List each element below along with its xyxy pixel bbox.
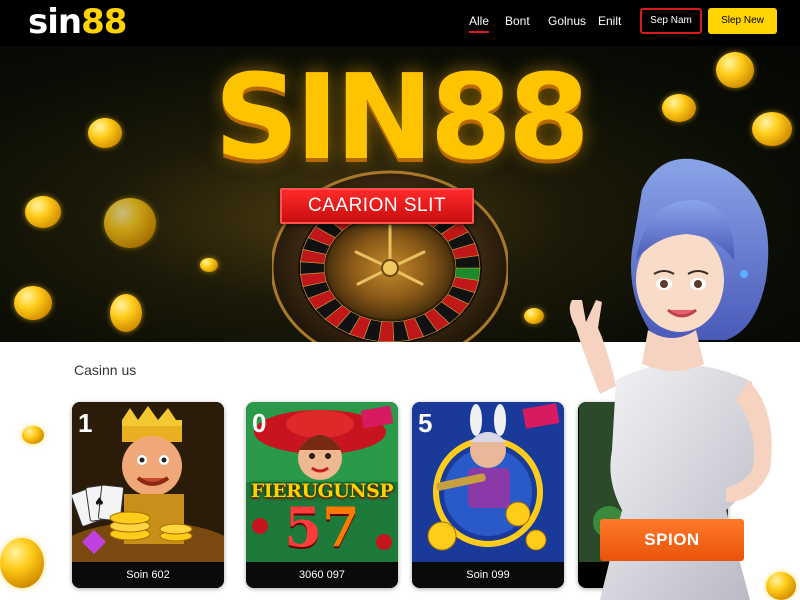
roulette-pocket	[300, 261, 325, 275]
gold-coin-icon	[22, 426, 44, 444]
card-art-number: 57	[266, 498, 378, 556]
site-logo[interactable]: sin88	[28, 2, 127, 42]
card-art-number-seven: 7	[322, 495, 360, 559]
section-title: Casinn us	[74, 362, 137, 378]
gold-coin-icon	[524, 308, 544, 324]
card-caption: Soin 602	[72, 562, 224, 588]
hero-cta-button[interactable]: CAARION SLIT	[280, 188, 474, 224]
game-card[interactable]: 5 Soin 099	[412, 402, 564, 588]
sign-in-button[interactable]: Sep Nam	[640, 8, 702, 34]
logo-text-yellow: 88	[81, 2, 127, 42]
logo-text-white: sin	[28, 2, 82, 42]
card-art-number-five: 5	[284, 495, 322, 559]
gold-coin-icon	[14, 286, 52, 320]
gold-coin-icon	[716, 52, 754, 88]
svg-text:♠: ♠	[94, 495, 105, 509]
game-card[interactable]: FIERUGUNSP 57 0 3060 097	[246, 402, 398, 588]
top-navigation-bar: sin88 Alle Bont Golnus Enilt Sep Nam Sle…	[0, 0, 800, 46]
bunny-game-artwork	[412, 402, 564, 562]
nav-item-enilt[interactable]: Enilt	[598, 14, 621, 28]
gold-coin-icon	[662, 94, 696, 122]
card-rank-badge: 0	[252, 408, 267, 438]
game-card[interactable]: ♠ 1 Soin 602	[72, 402, 224, 588]
gold-coin-icon	[752, 112, 792, 146]
sign-up-button[interactable]: Slep New	[708, 8, 777, 34]
card-caption: 3060 097	[246, 562, 398, 588]
nav-item-bont[interactable]: Bont	[505, 14, 530, 28]
card-rank-badge: 1	[78, 408, 93, 438]
card-rank-badge: 5	[418, 408, 433, 438]
gold-coin-icon	[88, 118, 122, 148]
gold-coin-icon	[104, 198, 156, 248]
nav-item-golnus[interactable]: Golnus	[548, 14, 586, 28]
king-game-artwork: ♠	[72, 402, 224, 562]
nav-item-alle[interactable]: Alle	[469, 14, 490, 33]
card-caption: Soin 099	[412, 562, 564, 588]
gold-coin-icon	[25, 196, 61, 228]
gold-coin-icon	[200, 258, 218, 272]
spin-button[interactable]: SPION	[600, 519, 744, 561]
gold-coin-icon	[110, 294, 142, 332]
gold-coin-icon	[0, 538, 44, 588]
